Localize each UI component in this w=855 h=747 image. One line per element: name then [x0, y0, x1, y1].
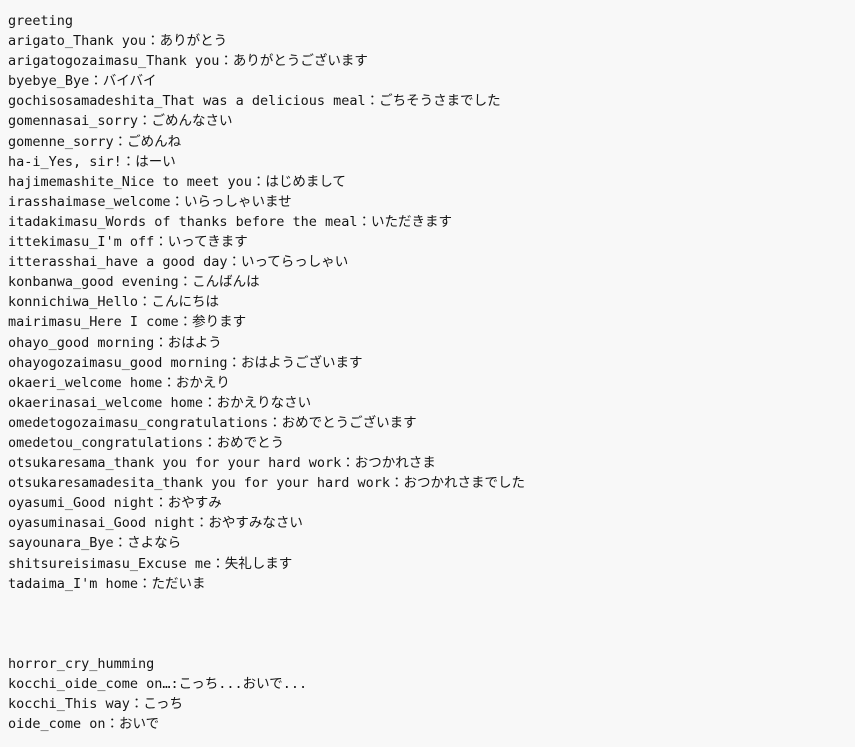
entry-line: ohayo_good morning：おはよう [8, 334, 222, 351]
section-heading: greeting [8, 13, 74, 29]
text-section: greeting arigato_Thank you：ありがとう arigatogo… [8, 11, 855, 594]
text-listing-body: greeting arigato_Thank you：ありがとう arigatogo… [0, 0, 855, 747]
entry-line: otsukaresama_thank you for your hard wor… [8, 455, 436, 472]
entry-line: arigato_Thank you：ありがとう [8, 33, 228, 50]
entry-line: omedetogozaimasu_congratulations：おめでとうござ… [8, 414, 417, 431]
entry-line: ittekimasu_I'm off：いってきます [8, 234, 248, 251]
entry-line: gomennasai_sorry：ごめんなさい [8, 113, 233, 130]
entry-line: itadakimasu_Words of thanks before the m… [8, 213, 452, 230]
entry-line: arigatogozaimasu_Thank you：ありがとうございます [8, 53, 368, 70]
entry-line: kocchi_oide_come on…:こっち...おいで... [8, 676, 308, 693]
entry-line: ha-i_Yes, sir!：はーい [8, 153, 176, 170]
entry-line: oyasuminasai_Good night：おやすみなさい [8, 515, 303, 532]
entry-line: omedetou_congratulations：おめでとう [8, 434, 285, 451]
text-section: horror_cry_humming kocchi_oide_come on…:こ… [8, 654, 855, 734]
entry-line: irasshaimase_welcome：いらっしゃいませ [8, 193, 292, 210]
entry-line: sayounara_Bye：さよなら [8, 535, 182, 552]
entry-line: itterasshai_have a good day：いってらっしゃい [8, 254, 349, 271]
entry-line: otsukaresamadesita_thank you for your ha… [8, 475, 526, 492]
entry-line: mairimasu_Here I come：参ります [8, 314, 247, 331]
entry-line: tadaima_I'm home：ただいま [8, 575, 206, 592]
entry-line: byebye_Bye：バイバイ [8, 73, 157, 90]
entry-line: konnichiwa_Hello：こんにちは [8, 294, 220, 311]
entry-line: hajimemashite_Nice to meet you：はじめまして [8, 173, 346, 190]
entry-line: shitsureisimasu_Excuse me：失礼します [8, 555, 293, 572]
entry-line: gomenne_sorry：ごめんね [8, 133, 182, 150]
entry-line: oyasumi_Good night：おやすみ [8, 495, 222, 512]
entry-line: kocchi_This way：こっち [8, 696, 183, 713]
entry-line: oide_come on：おいで [8, 716, 160, 733]
entry-line: okaerinasai_welcome home：おかえりなさい [8, 394, 312, 411]
entry-line: gochisosamadeshita_That was a delicious … [8, 93, 501, 110]
entry-line: okaeri_welcome home：おかえり [8, 374, 230, 391]
section-heading: horror_cry_humming [8, 656, 155, 673]
entry-line: konbanwa_good evening：こんばんは [8, 274, 260, 291]
entry-line: ohayogozaimasu_good morning：おはようございます [8, 354, 363, 371]
